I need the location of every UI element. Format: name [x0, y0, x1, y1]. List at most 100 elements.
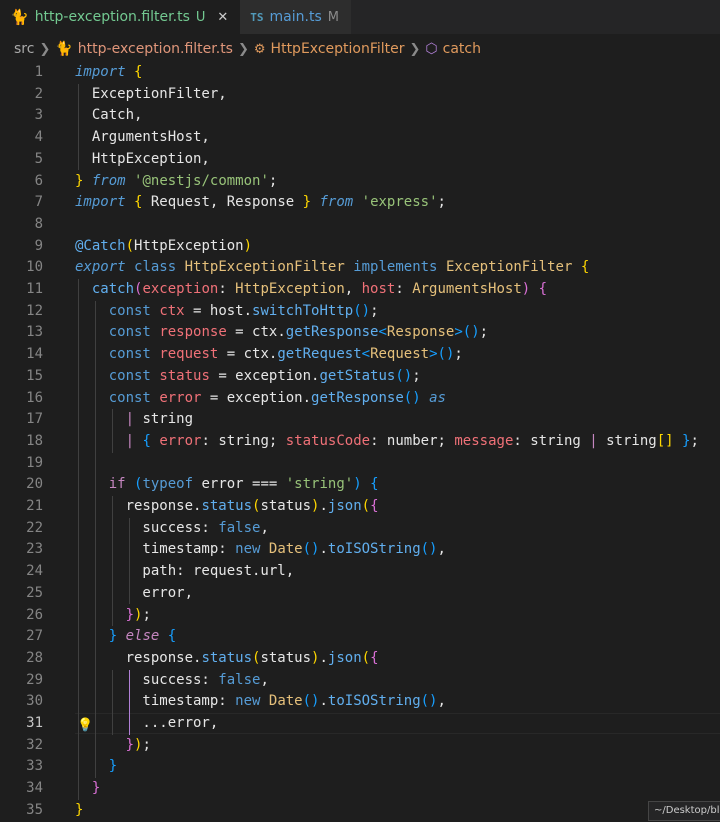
line-number: 31	[26, 715, 43, 731]
code-line[interactable]: 18 | { error: string; statusCode: number…	[0, 431, 720, 453]
code-line[interactable]: 10 export class HttpExceptionFilter imple…	[0, 257, 720, 279]
code-line[interactable]: 35}	[0, 800, 720, 822]
line-number: 17	[26, 411, 43, 428]
code-line[interactable]: 6 } from '@nestjs/common';	[0, 171, 720, 193]
line-number: 14	[26, 346, 43, 363]
code-text: success: false,	[75, 671, 269, 688]
indent-guide	[78, 279, 79, 800]
code-line[interactable]: 33 }	[0, 756, 720, 778]
line-number: 35	[26, 801, 43, 818]
code-line[interactable]: 29 success: false,	[0, 670, 720, 692]
code-line[interactable]: 26 });	[0, 605, 720, 627]
tab-label: http-exception.filter.ts	[34, 9, 190, 25]
code-line[interactable]: 34 }	[0, 778, 720, 800]
line-number: 19	[26, 454, 43, 471]
code-line[interactable]: 1 import {	[0, 62, 720, 84]
tab-status-badge: M	[327, 9, 339, 25]
code-line[interactable]: 16 const error = exception.getResponse()…	[0, 388, 720, 410]
code-text: const ctx = host.switchToHttp();	[108, 302, 379, 319]
tab-main-ts[interactable]: TS main.ts M	[240, 0, 351, 34]
code-text: }	[75, 801, 84, 818]
line-number: 4	[34, 129, 43, 146]
line-number: 10	[26, 259, 43, 276]
code-text: } from '@nestjs/common';	[75, 172, 278, 189]
code-editor[interactable]: 1 import {2 ExceptionFilter, 3 Catch, 4 Arg…	[0, 62, 720, 821]
code-text: ...error,	[75, 715, 219, 731]
code-line[interactable]: 20 if (typeof error === 'string') {	[0, 474, 720, 496]
code-line[interactable]: 23 timestamp: new Date().toISOString(),	[0, 539, 720, 561]
breadcrumb-method[interactable]: catch	[443, 41, 481, 57]
code-text: timestamp: new Date().toISOString(),	[75, 541, 446, 558]
code-text: if (typeof error === 'string') {	[108, 476, 379, 493]
code-line[interactable]: 3 Catch,	[0, 105, 720, 127]
tab-bar: 🐈 http-exception.filter.ts U ✕ TS main.t…	[0, 0, 720, 34]
code-text: @Catch(HttpException)	[75, 237, 253, 254]
code-line[interactable]: 11 catch(exception: HttpException, host:…	[0, 279, 720, 301]
code-line[interactable]: 27 } else {	[0, 626, 720, 648]
line-number: 26	[26, 606, 43, 623]
typescript-icon: TS	[250, 10, 264, 24]
line-number: 8	[34, 215, 43, 232]
code-line[interactable]: 12 const ctx = host.switchToHttp();	[0, 301, 720, 323]
code-line[interactable]: 24 path: request.url,	[0, 561, 720, 583]
code-line[interactable]: 30 timestamp: new Date().toISOString(),	[0, 691, 720, 713]
line-number: 18	[26, 432, 43, 449]
line-number: 30	[26, 693, 43, 710]
indent-guide	[129, 517, 130, 605]
code-line[interactable]: 2 ExceptionFilter,	[0, 84, 720, 106]
code-line[interactable]: 32 });	[0, 735, 720, 757]
code-text: | string	[125, 411, 194, 428]
chevron-right-icon: ❯	[39, 41, 51, 57]
code-text: catch(exception: HttpException, host: Ar…	[91, 281, 548, 297]
line-number: 12	[26, 302, 43, 319]
breadcrumb-class[interactable]: HttpExceptionFilter	[271, 41, 405, 57]
code-text: ExceptionFilter,	[75, 85, 227, 102]
indent-guide	[95, 300, 96, 779]
tab-http-exception-filter[interactable]: 🐈 http-exception.filter.ts U ✕	[0, 0, 241, 34]
code-text: response.status(status).json({	[75, 649, 379, 666]
line-number: 22	[26, 519, 43, 536]
line-number: 1	[34, 64, 43, 80]
line-number: 6	[34, 172, 43, 189]
line-number: 28	[26, 649, 43, 666]
line-number: 25	[26, 584, 43, 601]
line-number: 29	[26, 671, 43, 688]
code-line[interactable]: 4 ArgumentsHost,	[0, 127, 720, 149]
code-line[interactable]: 9 @Catch(HttpException)	[0, 236, 720, 258]
code-text: ArgumentsHost,	[75, 129, 210, 146]
indent-guide	[129, 669, 130, 735]
line-number: 3	[34, 107, 43, 124]
code-text: response.status(status).json({	[75, 498, 379, 514]
code-line[interactable]: 💡 31 ...error,	[0, 713, 720, 735]
close-icon[interactable]: ✕	[217, 10, 228, 25]
code-text: import {	[75, 64, 143, 80]
code-line[interactable]: 8	[0, 214, 720, 236]
line-number: 23	[26, 541, 43, 558]
code-text: export class HttpExceptionFilter impleme…	[75, 259, 590, 276]
breadcrumb-folder[interactable]: src	[14, 41, 34, 57]
code-line[interactable]: 7 import { Request, Response } from 'expr…	[0, 192, 720, 214]
breadcrumb-file[interactable]: http-exception.filter.ts	[78, 41, 233, 57]
code-line[interactable]: 5 HttpException,	[0, 149, 720, 171]
line-number: 5	[34, 150, 43, 167]
code-text: const request = ctx.getRequest<Request>(…	[108, 346, 463, 363]
code-line[interactable]: 19	[0, 453, 720, 475]
tab-status-badge: U	[195, 9, 206, 25]
code-line[interactable]: 15 const status = exception.getStatus();	[0, 366, 720, 388]
code-line[interactable]: 14 const request = ctx.getRequest<Reques…	[0, 344, 720, 366]
code-line[interactable]: 25 error,	[0, 583, 720, 605]
line-number: 24	[26, 563, 43, 580]
code-text: } else {	[108, 628, 177, 645]
class-icon: ⚙	[253, 41, 266, 57]
code-line[interactable]: 21 response.status(status).json({	[0, 496, 720, 518]
line-number: 34	[26, 780, 43, 797]
code-line[interactable]: 28 response.status(status).json({	[0, 648, 720, 670]
breadcrumb: src ❯ 🐈 http-exception.filter.ts ❯ ⚙ Htt…	[0, 34, 720, 64]
nestjs-icon: 🐈	[55, 41, 73, 57]
code-text: Catch,	[75, 107, 143, 124]
code-line[interactable]: 22 success: false,	[0, 518, 720, 540]
line-number: 32	[26, 736, 43, 753]
code-line[interactable]: 13 const response = ctx.getResponse<Resp…	[0, 322, 720, 344]
code-line[interactable]: 17 | string	[0, 409, 720, 431]
chevron-right-icon: ❯	[409, 41, 421, 57]
